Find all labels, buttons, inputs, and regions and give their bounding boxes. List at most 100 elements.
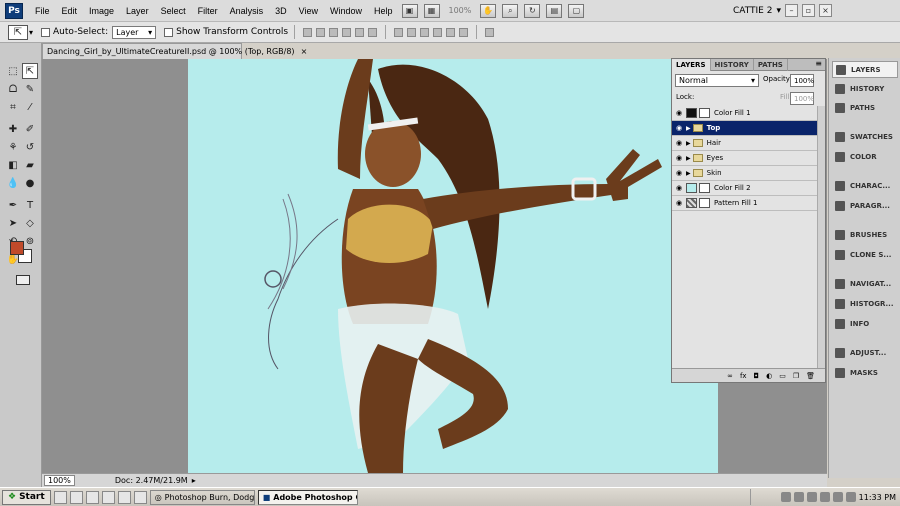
rotate-view-icon[interactable]: ↻	[524, 3, 541, 18]
brush-tool-icon[interactable]: ✐	[22, 121, 38, 137]
dock-history[interactable]: HISTORY	[832, 80, 898, 97]
quick-selection-tool-icon[interactable]: ✎	[22, 81, 38, 97]
start-button[interactable]: ❖ Start	[2, 489, 51, 505]
clock[interactable]: 11:33 PM	[859, 493, 896, 502]
dodge-tool-icon[interactable]: ●	[22, 175, 38, 191]
auto-align-icon[interactable]	[485, 27, 495, 37]
hand-tool-icon[interactable]: ✋	[480, 3, 497, 18]
tab-layers[interactable]: LAYERS	[672, 59, 711, 71]
zoom-level[interactable]: 100%	[449, 6, 472, 15]
restore-icon[interactable]: ▫	[802, 4, 815, 17]
status-zoom[interactable]: 100%	[44, 475, 75, 486]
dock-paragraph[interactable]: PARAGR...	[832, 197, 898, 214]
distribute-top-icon[interactable]	[394, 27, 404, 37]
eye-icon[interactable]: ◉	[672, 199, 686, 207]
distribute-left-icon[interactable]	[433, 27, 443, 37]
menu-layer[interactable]: Layer	[120, 0, 155, 22]
align-left-icon[interactable]	[342, 27, 352, 37]
dock-brushes[interactable]: BRUSHES	[832, 226, 898, 243]
opacity-input[interactable]: 100%	[790, 74, 814, 87]
layer-row[interactable]: ◉ ▶ Hair	[672, 136, 818, 151]
add-mask-icon[interactable]: ◘	[754, 372, 760, 380]
tray-icon[interactable]	[793, 492, 804, 502]
layer-row[interactable]: ◉ Pattern Fill 1	[672, 196, 818, 211]
document-tab[interactable]: Dancing_Girl_by_UltimateCreatureII.psd @…	[42, 43, 307, 59]
align-bottom-icon[interactable]	[329, 27, 339, 37]
blend-mode-dropdown[interactable]: Normal ▾	[675, 74, 759, 87]
screen-mode-icon[interactable]: ▢	[568, 3, 585, 18]
align-center-icon[interactable]	[355, 27, 365, 37]
layer-row[interactable]: ◉ ▶ Top	[672, 121, 818, 136]
menu-filter[interactable]: Filter	[192, 0, 224, 22]
layer-row[interactable]: ◉ Color Fill 1	[672, 106, 818, 121]
dock-paths[interactable]: PATHS	[832, 99, 898, 116]
fill-input[interactable]: 100%	[790, 92, 814, 105]
dock-adjustments[interactable]: ADJUST...	[832, 344, 898, 361]
adjustment-layer-icon[interactable]: ◐	[766, 372, 772, 380]
path-selection-tool-icon[interactable]: ➤	[5, 215, 21, 231]
quick-launch-icon[interactable]	[133, 490, 147, 504]
menu-image[interactable]: Image	[83, 0, 120, 22]
layer-row[interactable]: ◉ ▶ Eyes	[672, 151, 818, 166]
menu-edit[interactable]: Edit	[56, 0, 84, 22]
new-group-icon[interactable]: ▭	[779, 372, 786, 380]
bridge-icon[interactable]: ▣	[401, 3, 418, 18]
eye-icon[interactable]: ◉	[672, 124, 686, 132]
shape-tool-icon[interactable]: ◇	[22, 215, 38, 231]
view-extras-icon[interactable]: ▦	[423, 3, 440, 18]
history-brush-tool-icon[interactable]: ↺	[22, 139, 38, 155]
menu-3d[interactable]: 3D	[269, 0, 293, 22]
tab-history[interactable]: HISTORY	[711, 59, 754, 71]
eyedropper-tool-icon[interactable]: ⁄	[22, 99, 38, 115]
close-icon[interactable]: ×	[819, 4, 832, 17]
workspace-switcher[interactable]: CATTIE 2	[733, 6, 773, 16]
distribute-bottom-icon[interactable]	[420, 27, 430, 37]
menu-help[interactable]: Help	[368, 0, 399, 22]
type-tool-icon[interactable]: T	[22, 197, 38, 213]
foreground-color-swatch[interactable]	[10, 241, 24, 255]
tab-paths[interactable]: PATHS	[754, 59, 788, 71]
zoom-tool-icon[interactable]: ⌕	[502, 3, 519, 18]
eye-icon[interactable]: ◉	[672, 154, 686, 162]
taskbar-item-photoshop[interactable]: ■Adobe Photoshop CS4...	[257, 489, 358, 505]
lasso-tool-icon[interactable]: ᗝ	[5, 81, 21, 97]
quick-launch-icon[interactable]	[117, 490, 131, 504]
auto-select-checkbox[interactable]	[41, 27, 51, 37]
quick-launch-icon[interactable]	[85, 490, 99, 504]
healing-brush-tool-icon[interactable]: ✚	[5, 121, 21, 137]
document-canvas[interactable]	[188, 59, 718, 473]
menu-window[interactable]: Window	[324, 0, 368, 22]
dock-clone-source[interactable]: CLONE S...	[832, 246, 898, 263]
distribute-center-icon[interactable]	[446, 27, 456, 37]
crop-tool-icon[interactable]: ⌗	[5, 99, 21, 115]
dock-swatches[interactable]: SWATCHES	[832, 128, 898, 145]
new-layer-icon[interactable]: ❐	[793, 372, 799, 380]
dock-layers[interactable]: LAYERS	[832, 61, 898, 78]
move-tool-preset-icon[interactable]: ⇱	[8, 24, 28, 40]
dock-color[interactable]: COLOR	[832, 148, 898, 165]
auto-select-dropdown[interactable]: Layer ▾	[112, 25, 157, 39]
menu-analysis[interactable]: Analysis	[224, 0, 270, 22]
distribute-right-icon[interactable]	[459, 27, 469, 37]
layers-scrollbar[interactable]	[817, 106, 825, 368]
tray-icon[interactable]	[819, 492, 830, 502]
align-top-icon[interactable]	[303, 27, 313, 37]
quick-launch-icon[interactable]	[101, 490, 115, 504]
layer-style-icon[interactable]: fx	[740, 372, 747, 380]
eraser-tool-icon[interactable]: ◧	[5, 157, 21, 173]
dock-navigator[interactable]: NAVIGAT...	[832, 275, 898, 292]
tray-icon[interactable]	[806, 492, 817, 502]
menu-select[interactable]: Select	[155, 0, 192, 22]
chevron-down-icon[interactable]: ▾	[29, 28, 33, 37]
menu-view[interactable]: View	[293, 0, 324, 22]
pen-tool-icon[interactable]: ✒	[5, 197, 21, 213]
close-icon[interactable]: ×	[301, 47, 308, 56]
distribute-middle-icon[interactable]	[407, 27, 417, 37]
show-transform-checkbox[interactable]	[164, 27, 174, 37]
dock-character[interactable]: CHARAC...	[832, 177, 898, 194]
dock-masks[interactable]: MASKS	[832, 364, 898, 381]
marquee-tool-icon[interactable]: ⬚	[5, 63, 21, 79]
clone-stamp-tool-icon[interactable]: ⚘	[5, 139, 21, 155]
delete-layer-icon[interactable]: 🗑	[806, 372, 815, 380]
chevron-down-icon[interactable]: ▾	[776, 6, 781, 16]
